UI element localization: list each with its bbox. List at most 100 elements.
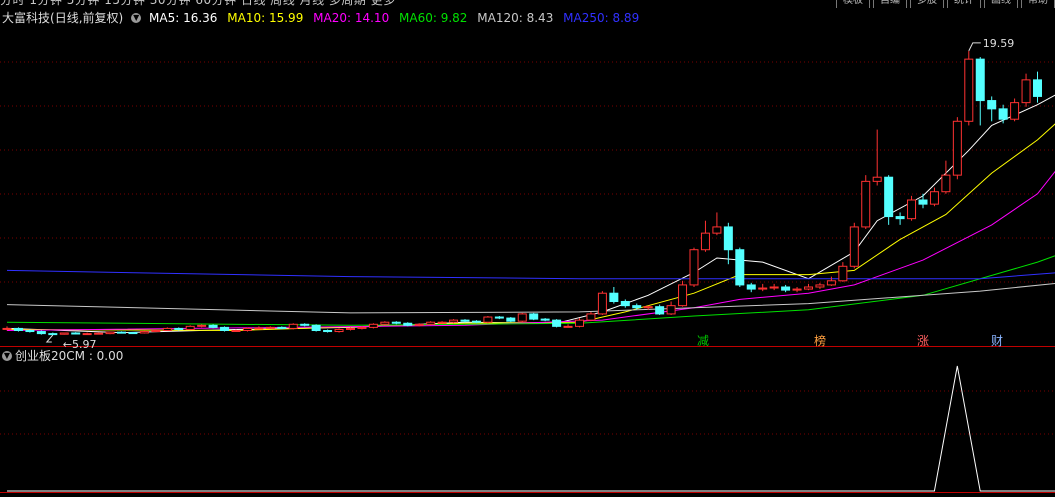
candle [311,324,321,332]
ma-line-ma5 [6,94,1055,334]
candle [494,316,504,320]
indicator-label: 创业板20CM : 0.00 [15,349,124,363]
candle [117,331,126,334]
candle-body [517,313,527,322]
candle [94,332,104,335]
candle-body [975,58,985,102]
candle-body [575,319,584,327]
candle-body [197,324,207,327]
candle-body [460,319,470,322]
candle-body [471,320,481,323]
candle-body [861,180,871,228]
candle-body [403,322,413,326]
candle [952,117,962,180]
candle [804,283,813,291]
candle-body [105,331,115,335]
candle-body [678,284,688,307]
candle [368,323,378,329]
candle-body [82,333,92,336]
candle-body [323,330,333,333]
high-pointer [968,42,981,52]
candle [506,317,516,323]
candle [517,312,527,323]
candle [987,96,997,122]
candle-body [71,332,81,335]
candle [929,187,939,207]
candle [323,329,333,333]
candle-body [849,226,859,267]
candle-body [712,226,722,234]
candle-body [277,326,287,329]
candle-body [884,176,894,218]
candle [563,324,573,328]
candle-body [242,327,252,331]
candle [1021,73,1031,107]
candle [483,316,493,324]
event-marker-jian[interactable]: 减 [697,332,709,349]
candle-body [987,100,997,110]
candle [403,322,413,327]
indicator-legend: ▼ 创业板20CM : 0.00 [2,347,123,364]
candle-body [151,330,161,333]
candle-body [1033,79,1042,97]
candle-body [826,280,836,286]
candle [655,304,665,315]
candle-body [1021,79,1031,104]
candle-body [311,324,321,332]
dropdown-icon[interactable]: ▼ [2,350,12,361]
candle [700,220,710,252]
event-marker-bang[interactable]: 榜 [814,332,826,349]
candle-body [952,120,962,176]
candle [139,330,149,334]
candle [82,332,92,336]
candle [162,327,172,331]
candle-body [815,284,825,288]
candle-body [597,292,607,315]
candle-body [620,301,630,307]
candle [941,160,951,194]
event-marker-zhang[interactable]: 涨 [917,332,929,349]
candle [552,319,562,328]
candle-body [666,305,676,315]
candle [437,321,447,324]
candle-body [723,226,733,251]
candle [815,282,825,290]
candle [380,321,390,326]
candle [220,326,230,332]
candle-body [2,327,12,330]
candle [884,175,894,225]
candle [449,319,459,324]
candle [59,332,69,335]
candle-body [632,305,642,309]
candle [254,326,264,330]
candle-body [208,324,218,328]
candle-body [838,265,848,282]
candle [426,321,436,326]
candle-body [334,328,344,333]
candle [609,287,619,304]
candle [666,301,676,315]
candle-body [162,327,172,331]
candle-body [735,249,745,286]
candle [48,332,58,336]
candle-body [494,316,504,319]
kline-chart[interactable]: 19.59 ←5.97 [0,0,1055,497]
candle [689,247,699,287]
candle-body [872,176,882,182]
candle [723,222,733,265]
event-marker-cai[interactable]: 财 [991,332,1003,349]
candle-body [586,313,596,321]
candle-body [357,326,367,329]
candle-body [781,286,791,291]
candle [288,323,298,330]
candle [907,195,917,221]
moving-averages [6,94,1055,334]
candle [208,324,218,329]
candle [849,222,859,269]
candle-body [689,249,699,286]
grid-lines [0,61,1055,493]
candle-body [449,319,459,323]
candle [758,283,768,292]
candle-body [655,306,665,315]
candle-body [368,323,378,328]
